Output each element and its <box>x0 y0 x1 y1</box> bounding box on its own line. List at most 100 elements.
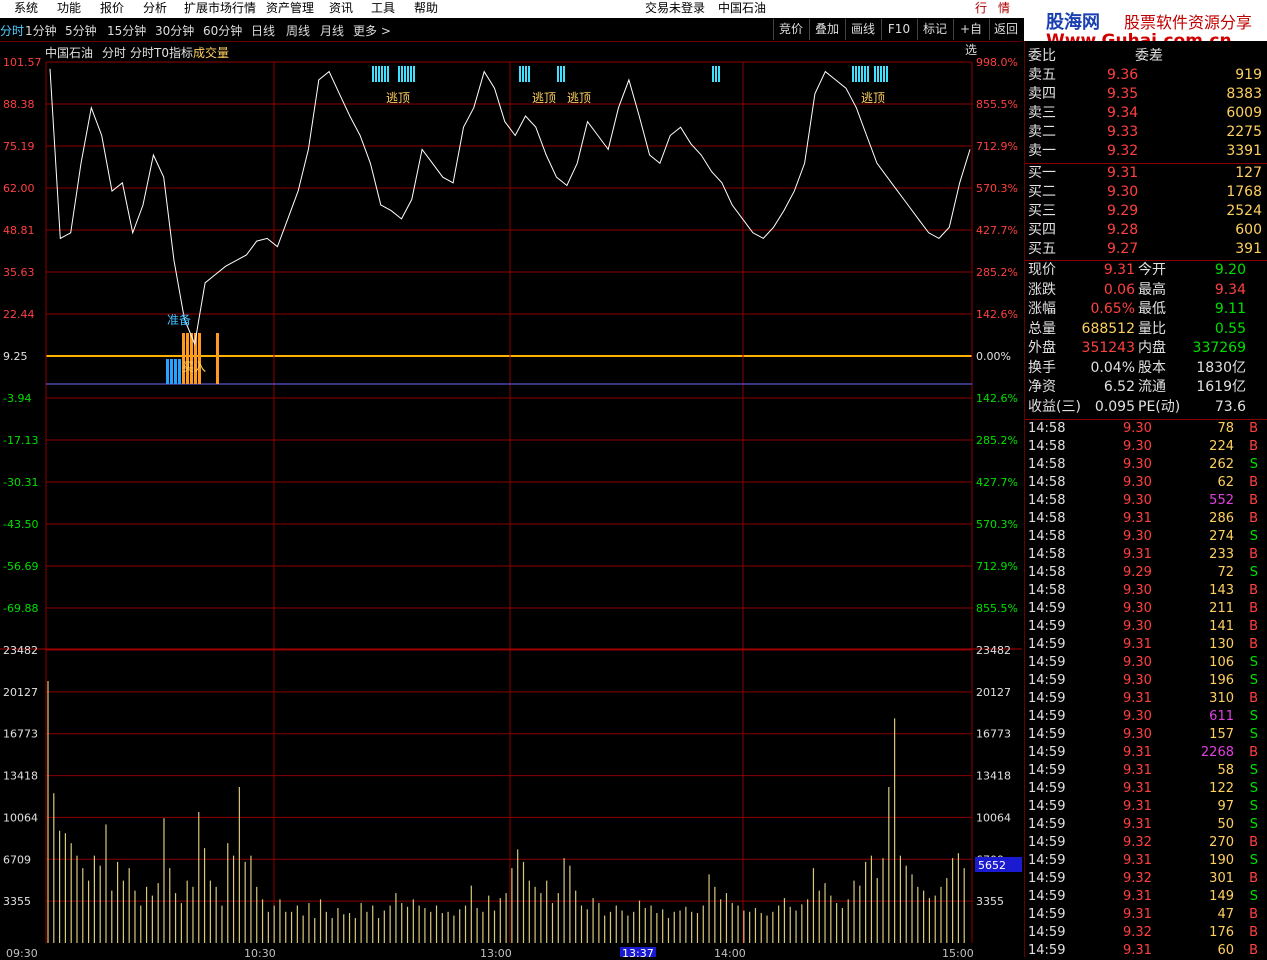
f10-button[interactable]: F10 <box>881 19 916 40</box>
tab-more[interactable]: 更多 > <box>353 22 391 39</box>
tick-side: S <box>1249 655 1258 670</box>
buy-row[interactable]: 买四 9.28 600 <box>1025 221 1267 240</box>
right-tick-label: 712.9% <box>976 560 1018 573</box>
quote-button[interactable]: 行 <box>975 0 987 16</box>
stat-value: 688512 <box>1081 320 1135 337</box>
signal-bar <box>398 66 400 82</box>
menu-analysis[interactable]: 分析 <box>143 0 167 16</box>
sell-row[interactable]: 卖五 9.36 919 <box>1025 66 1267 85</box>
signal-bar <box>712 66 714 82</box>
buy-row[interactable]: 买二 9.30 1768 <box>1025 183 1267 202</box>
tick-side: B <box>1249 637 1258 652</box>
tick-time: 14:59 <box>1028 745 1066 760</box>
stat-row: 外盘 351243 内盘 337269 <box>1025 339 1267 358</box>
order-ratio-row: 委比 委差 <box>1025 47 1267 66</box>
buy-row[interactable]: 买三 9.29 2524 <box>1025 202 1267 221</box>
quote-button-2[interactable]: 情 <box>998 0 1010 16</box>
tab-1min[interactable]: 1分钟 <box>25 22 57 39</box>
tab-monthly[interactable]: 月线 <box>320 22 344 39</box>
tick-volume: 274 <box>1209 529 1234 544</box>
back-button[interactable]: 返回 <box>989 19 1022 40</box>
stat-value-2: 9.34 <box>1214 281 1246 298</box>
menu-quote[interactable]: 报价 <box>100 0 124 16</box>
stat-value: 351243 <box>1081 340 1135 356</box>
tick-side: S <box>1249 817 1258 832</box>
tick-side: B <box>1249 475 1258 490</box>
buy-volume: 600 <box>1235 222 1262 238</box>
right-tick-label: 998.0% <box>976 56 1018 69</box>
menu-function[interactable]: 功能 <box>57 0 81 16</box>
left-tick-label: -43.50 <box>3 518 38 531</box>
tick-side: S <box>1249 457 1258 472</box>
tick-side: B <box>1249 619 1258 634</box>
tick-volume: 50 <box>1217 817 1234 832</box>
left-tick-label: 62.00 <box>3 182 35 195</box>
stat-value-2: 337269 <box>1192 340 1246 356</box>
menu-tools[interactable]: 工具 <box>371 0 395 16</box>
tick-time: 14:58 <box>1028 421 1066 436</box>
left-tick-label: 75.19 <box>3 140 35 153</box>
tick-time: 14:59 <box>1028 727 1066 742</box>
volume-tick-left: 6709 <box>3 853 31 866</box>
sell-row[interactable]: 卖二 9.33 2275 <box>1025 123 1267 142</box>
buy-row[interactable]: 买五 9.27 391 <box>1025 240 1267 259</box>
menu-help[interactable]: 帮助 <box>414 0 438 16</box>
tick-price: 9.31 <box>1123 817 1152 832</box>
buy-volume: 2524 <box>1226 203 1262 219</box>
add-watchlist-button[interactable]: +自选 <box>953 19 988 57</box>
stat-label: 净资 <box>1028 379 1056 395</box>
tab-daily[interactable]: 日线 <box>251 22 275 39</box>
sell-row[interactable]: 卖三 9.34 6009 <box>1025 104 1267 123</box>
auction-button[interactable]: 竞价 <box>773 19 808 40</box>
tick-price: 9.30 <box>1123 619 1152 634</box>
tab-intraday[interactable]: 分时 <box>0 22 24 39</box>
tick-row: 14:59 9.31 60 B <box>1025 942 1267 960</box>
buy-label: 买一 <box>1028 165 1056 181</box>
tick-time: 14:58 <box>1028 493 1066 508</box>
stat-value-2: 9.20 <box>1214 262 1246 278</box>
tick-time: 14:59 <box>1028 871 1066 886</box>
left-tick-label: -30.31 <box>3 476 38 489</box>
menu-asset-management[interactable]: 资产管理 <box>266 0 314 16</box>
tick-side: B <box>1249 745 1258 760</box>
intraday-chart[interactable]: 中国石油 分时 分时T0指标 成交量 101.57 88.38 75.19 62.00… <box>0 41 1022 957</box>
mark-button[interactable]: 标记 <box>917 19 952 40</box>
signal-bar <box>378 66 380 82</box>
tab-60min[interactable]: 60分钟 <box>203 22 242 39</box>
tick-row: 14:59 9.30 141 B <box>1025 618 1267 636</box>
t0-indicator-marks <box>46 66 972 385</box>
buy-volume: 391 <box>1235 241 1262 257</box>
sell-row[interactable]: 卖四 9.35 8383 <box>1025 85 1267 104</box>
signal-bar <box>519 66 521 82</box>
signal-bar <box>401 66 403 82</box>
tick-volume: 310 <box>1209 691 1234 706</box>
order-diff-label: 委差 <box>1135 48 1163 64</box>
tab-5min[interactable]: 5分钟 <box>65 22 97 39</box>
tab-15min[interactable]: 15分钟 <box>107 22 146 39</box>
buy-label: 买五 <box>1028 241 1056 257</box>
signal-bar <box>874 66 876 82</box>
tick-row: 14:58 9.30 62 B <box>1025 474 1267 492</box>
buy-row[interactable]: 买一 9.31 127 <box>1025 164 1267 183</box>
tab-weekly[interactable]: 周线 <box>286 22 310 39</box>
sell-row[interactable]: 卖一 9.32 3391 <box>1025 142 1267 161</box>
tick-side: S <box>1249 673 1258 688</box>
menu-system[interactable]: 系统 <box>14 0 38 16</box>
menu-news[interactable]: 资讯 <box>329 0 353 16</box>
signal-bar <box>886 66 888 82</box>
tick-volume: 233 <box>1209 547 1234 562</box>
tab-30min[interactable]: 30分钟 <box>155 22 194 39</box>
right-tick-label: 570.3% <box>976 518 1018 531</box>
tick-row: 14:59 9.30 106 S <box>1025 654 1267 672</box>
right-tick-label: 142.6% <box>976 392 1018 405</box>
indicator-bar-blue <box>166 359 169 384</box>
stat-row: 净资 6.52 流通 1619亿 <box>1025 378 1267 397</box>
stat-label: 涨幅 <box>1028 301 1056 317</box>
draw-line-button[interactable]: 画线 <box>845 19 880 40</box>
stat-value: 6.52 <box>1103 379 1135 395</box>
menu-extended-market[interactable]: 扩展市场行情 <box>184 0 256 16</box>
stat-value-2: 73.6 <box>1214 398 1246 415</box>
volume-tick-left: 10064 <box>3 811 38 824</box>
volume-tick-left: 13418 <box>3 770 38 783</box>
overlay-button[interactable]: 叠加 <box>809 19 844 40</box>
